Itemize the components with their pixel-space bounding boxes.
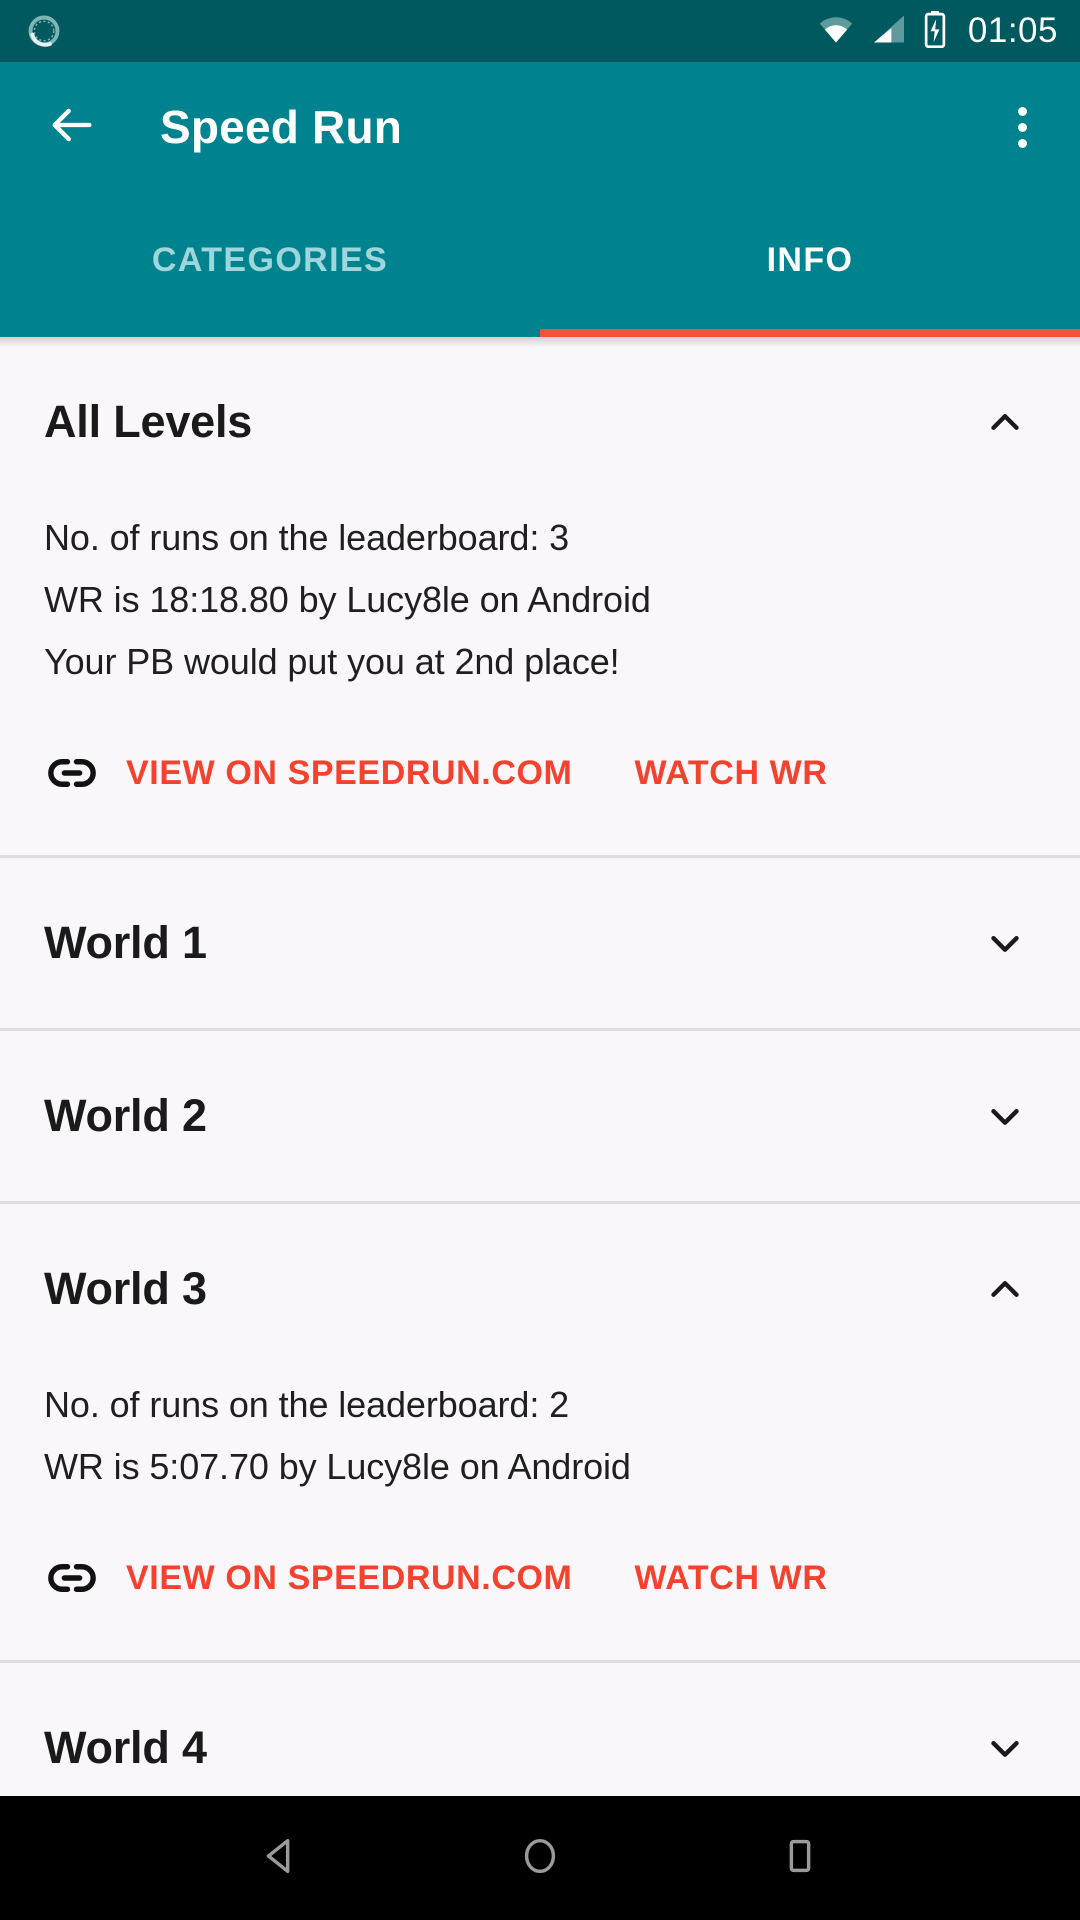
status-bar: 01:05 (0, 0, 1080, 62)
tab-bar: CATEGORIES INFO (0, 192, 1080, 337)
nav-home-button[interactable] (505, 1823, 575, 1893)
section-body-all-levels: No. of runs on the leaderboard: 3 WR is … (0, 507, 1080, 855)
link-icon (44, 745, 100, 801)
info-line: WR is 5:07.70 by Lucy8le on Android (44, 1446, 631, 1487)
overflow-menu-button[interactable] (994, 97, 1050, 157)
info-line: No. of runs on the leaderboard: 3 (44, 517, 570, 558)
status-bar-right: 01:05 (816, 10, 1058, 53)
section-world-4: World 4 (0, 1663, 1080, 1796)
cellular-signal-icon (870, 11, 908, 52)
chevron-up-icon[interactable] (982, 1266, 1028, 1312)
section-title: World 1 (44, 917, 207, 968)
tab-categories-label: CATEGORIES (151, 241, 389, 279)
chevron-down-icon[interactable] (982, 920, 1028, 966)
view-on-speedrun-button[interactable]: VIEW ON SPEEDRUN.COM (126, 1559, 572, 1598)
section-header-world-2[interactable]: World 2 (0, 1031, 1080, 1201)
chevron-down-icon[interactable] (982, 1093, 1028, 1139)
section-body-world-3: No. of runs on the leaderboard: 2 WR is … (0, 1374, 1080, 1660)
section-world-2: World 2 (0, 1031, 1080, 1204)
page-title: Speed Run (160, 101, 403, 153)
section-world-1: World 1 (0, 858, 1080, 1031)
more-vert-icon-dot-2 (1017, 122, 1027, 132)
watch-wr-button[interactable]: WATCH WR (634, 754, 827, 793)
section-header-world-3[interactable]: World 3 (0, 1204, 1080, 1374)
tab-categories[interactable]: CATEGORIES (0, 192, 540, 337)
wifi-icon (816, 11, 856, 52)
tab-info[interactable]: INFO (540, 192, 1080, 337)
nav-recents-square-icon (777, 1833, 823, 1884)
info-line: No. of runs on the leaderboard: 2 (44, 1384, 570, 1425)
sync-indicator-icon (26, 13, 62, 49)
back-button[interactable] (44, 99, 100, 155)
section-actions: VIEW ON SPEEDRUN.COM WATCH WR (44, 745, 1036, 801)
section-world-3: World 3 No. of runs on the leaderboard: … (0, 1204, 1080, 1663)
info-line: WR is 18:18.80 by Lucy8le on Android (44, 579, 651, 620)
section-actions: VIEW ON SPEEDRUN.COM WATCH WR (44, 1550, 1036, 1606)
nav-back-triangle-icon (257, 1833, 303, 1884)
app-root: 01:05 Speed Run CATEGORIES INFO All Leve… (0, 0, 1080, 1920)
nav-recents-button[interactable] (765, 1823, 835, 1893)
status-bar-clock: 01:05 (967, 11, 1058, 50)
nav-home-circle-icon (517, 1833, 563, 1884)
section-title: World 4 (44, 1722, 207, 1773)
app-bar: Speed Run (0, 62, 1080, 192)
more-vert-icon-dot-1 (1017, 106, 1027, 116)
android-navigation-bar (0, 1796, 1080, 1920)
view-on-speedrun-button[interactable]: VIEW ON SPEEDRUN.COM (126, 754, 572, 793)
tab-indicator (540, 329, 1080, 337)
watch-wr-button[interactable]: WATCH WR (634, 1559, 827, 1598)
chevron-up-icon[interactable] (982, 399, 1028, 445)
battery-charging-icon (922, 10, 948, 53)
section-title: All Levels (44, 396, 253, 447)
section-header-world-1[interactable]: World 1 (0, 858, 1080, 1028)
section-title: World 2 (44, 1090, 207, 1141)
chevron-down-icon[interactable] (982, 1725, 1028, 1771)
status-bar-left (26, 13, 62, 49)
section-title: World 3 (44, 1263, 207, 1314)
section-all-levels: All Levels No. of runs on the leaderboar… (0, 337, 1080, 858)
nav-back-button[interactable] (245, 1823, 315, 1893)
info-list[interactable]: All Levels No. of runs on the leaderboar… (0, 337, 1080, 1796)
tab-info-label: INFO (766, 241, 854, 279)
more-vert-icon-dot-3 (1017, 138, 1027, 148)
section-header-all-levels[interactable]: All Levels (0, 337, 1080, 507)
info-line: Your PB would put you at 2nd place! (44, 641, 620, 682)
back-arrow-icon (46, 99, 98, 156)
link-icon (44, 1550, 100, 1606)
section-header-world-4[interactable]: World 4 (0, 1663, 1080, 1796)
